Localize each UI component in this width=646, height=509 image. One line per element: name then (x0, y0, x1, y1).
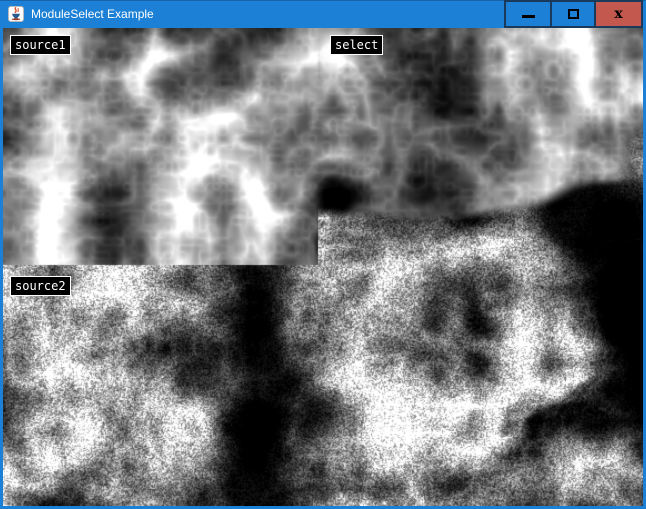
app-window: ModuleSelect Example x source1 select so… (0, 0, 646, 509)
content-area: source1 select source2 (3, 28, 643, 506)
minimize-icon (522, 15, 535, 18)
maximize-button[interactable] (550, 0, 596, 28)
minimize-button[interactable] (504, 0, 552, 28)
close-button[interactable]: x (594, 0, 643, 28)
label-source2: source2 (10, 276, 71, 296)
window-title: ModuleSelect Example (31, 7, 154, 21)
close-icon: x (614, 7, 622, 21)
noise-render-canvas (3, 28, 643, 506)
java-coffee-cup-icon (8, 6, 24, 22)
label-source1: source1 (10, 35, 71, 55)
window-controls: x (504, 0, 643, 28)
label-select: select (330, 35, 383, 55)
titlebar[interactable]: ModuleSelect Example x (0, 0, 646, 28)
maximize-icon (568, 9, 579, 19)
